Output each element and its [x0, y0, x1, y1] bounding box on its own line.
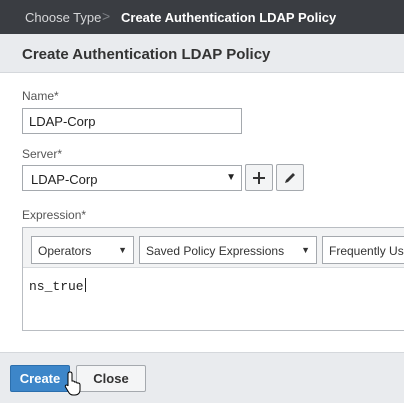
- pencil-icon: [285, 173, 295, 183]
- breadcrumb-choose-type[interactable]: Choose Type: [25, 10, 101, 25]
- breadcrumb-bar: Choose Type > Create Authentication LDAP…: [0, 0, 404, 34]
- text-cursor: [84, 278, 86, 292]
- breadcrumb-current: Create Authentication LDAP Policy: [121, 10, 337, 25]
- edit-server-button[interactable]: [276, 164, 304, 191]
- add-server-button[interactable]: [245, 164, 273, 191]
- expression-input[interactable]: ns_true: [29, 278, 86, 294]
- expression-toolbar: Operators ▼ Saved Policy Expressions ▼ F…: [23, 228, 404, 268]
- frequently-used-dropdown[interactable]: Frequently Use: [322, 236, 404, 264]
- server-select[interactable]: LDAP-Corp ▼: [22, 165, 242, 191]
- operators-dropdown[interactable]: Operators ▼: [31, 236, 134, 264]
- name-label: Name*: [22, 89, 59, 103]
- footer-bar: Create Close: [0, 352, 404, 403]
- plus-icon: [253, 172, 265, 184]
- frequently-used-label: Frequently Use: [329, 244, 404, 258]
- dropdown-arrow-icon: ▼: [118, 245, 127, 255]
- page-header: Create Authentication LDAP Policy: [0, 34, 404, 73]
- expression-editor: Operators ▼ Saved Policy Expressions ▼ F…: [22, 227, 404, 331]
- dropdown-arrow-icon: ▼: [226, 172, 236, 183]
- create-button[interactable]: Create: [10, 365, 70, 392]
- server-select-value: LDAP-Corp: [31, 172, 98, 187]
- server-label: Server*: [22, 147, 63, 161]
- dropdown-arrow-icon: ▼: [301, 245, 310, 255]
- breadcrumb-separator-icon: >: [102, 8, 111, 24]
- page-title: Create Authentication LDAP Policy: [22, 46, 271, 63]
- name-field[interactable]: [22, 108, 242, 134]
- close-button[interactable]: Close: [76, 365, 146, 392]
- operators-dropdown-label: Operators: [38, 244, 92, 258]
- expression-value: ns_true: [29, 279, 84, 294]
- saved-policy-expressions-dropdown[interactable]: Saved Policy Expressions ▼: [139, 236, 317, 264]
- expression-label: Expression*: [22, 208, 87, 222]
- saved-policy-expressions-label: Saved Policy Expressions: [146, 244, 285, 258]
- hand-pointer-icon: [64, 371, 81, 396]
